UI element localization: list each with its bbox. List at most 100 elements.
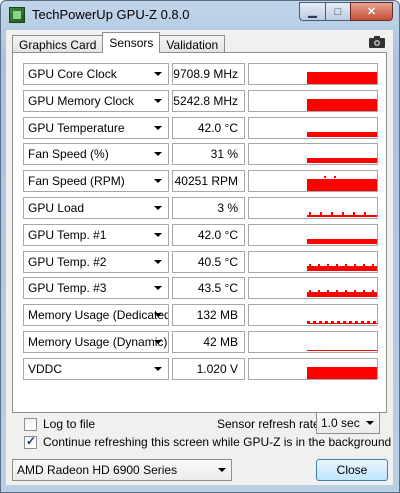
sensor-select[interactable]: GPU Memory Clock [23,89,169,112]
refresh-rate-label: Sensor refresh rate: [217,417,324,431]
graph-bar [336,263,338,266]
tab-validation[interactable]: Validation [159,35,226,53]
chevron-down-icon [218,468,226,472]
chevron-down-icon [154,152,162,157]
sensor-select[interactable]: GPU Temp. #2 [23,250,169,273]
sensor-row: GPU Temp. #3 43.5 °C [23,277,378,301]
chevron-down-icon [154,286,162,291]
graph-bar [373,321,376,324]
chevron-down-icon [154,206,162,210]
minimize-button[interactable]: ▁ [299,2,325,21]
tab-graphics-card[interactable]: Graphics Card [12,35,104,53]
gpuz-window: TechPowerUp GPU-Z 0.8.0 ▁ □ ✕ Graphics C… [0,0,400,493]
graph-bar [307,292,377,298]
graph-bar [353,212,355,215]
graph-bar [349,321,352,324]
sensor-select[interactable]: Memory Usage (Dynamic) [23,331,169,353]
graph-bar [307,350,377,351]
sensor-value: 3 % [172,197,245,219]
sensor-graph [248,170,378,193]
graph-bar [372,290,374,293]
close-window-button[interactable]: ✕ [350,2,393,21]
sensor-label: VDDC [28,361,63,376]
sensor-value: 42 MB [172,331,245,353]
graph-bar [307,215,377,217]
maximize-button[interactable]: □ [325,2,350,21]
sensor-value: 9708.9 MHz [172,63,245,85]
graph-bar [307,323,377,325]
graph-bar [307,72,377,84]
graph-bar [327,263,329,266]
sensor-select[interactable]: GPU Load [23,197,169,219]
graphics-card-select[interactable]: AMD Radeon HD 6900 Series [12,459,232,481]
window-title: TechPowerUp GPU-Z 0.8.0 [32,7,190,22]
sensor-graph [248,116,378,139]
sensor-row: GPU Temp. #1 42.0 °C [23,223,378,248]
graph-bar [307,131,377,137]
graph-bar [343,321,346,324]
graph-bar [327,290,329,293]
graph-bar [363,263,365,266]
graph-bar [337,321,340,324]
sensor-select[interactable]: Fan Speed (%) [23,143,169,166]
sensor-graph [248,223,378,246]
sensor-select[interactable]: Memory Usage (Dedicated) [23,304,169,327]
graph-bar [361,321,364,324]
sensor-label: GPU Core Clock [28,67,117,81]
graphics-card-name: AMD Radeon HD 6900 Series [17,463,178,477]
camera-icon[interactable] [369,36,385,48]
sensor-row: Fan Speed (%) 31 % [23,143,378,167]
continue-refreshing-checkbox[interactable] [24,434,37,449]
sensor-value: 42.0 °C [172,116,245,139]
tab-sensors[interactable]: Sensors [102,32,161,53]
graph-bar [364,212,366,215]
sensor-select[interactable]: GPU Core Clock [23,63,169,85]
sensor-select[interactable]: GPU Temp. #1 [23,223,169,246]
sensor-row: GPU Temperature 42.0 °C [23,116,378,141]
chevron-down-icon [154,179,162,184]
gpuz-app-icon [9,7,25,23]
close-icon: ✕ [366,6,377,18]
close-button[interactable]: Close [316,459,388,481]
sensor-label: GPU Memory Clock [28,93,135,108]
sensor-value: 43.5 °C [172,277,245,300]
title-bar[interactable]: TechPowerUp GPU-Z 0.8.0 ▁ □ ✕ [1,1,399,29]
sensor-graph [248,331,378,353]
chevron-down-icon [154,313,162,318]
graph-bar [354,290,356,293]
sensor-graph [248,89,378,112]
sensor-value: 5242.8 MHz [172,89,245,112]
sensor-graph [248,357,378,380]
sensor-label: Memory Usage (Dynamic) [28,335,168,349]
sensor-label: GPU Temp. #1 [28,227,107,242]
graph-bar [313,321,316,324]
sensor-value: 1.020 V [172,357,245,380]
graph-bar [307,238,377,244]
sensor-value: 132 MB [172,304,245,327]
graph-bar [319,321,322,324]
sensor-value: 40.5 °C [172,250,245,273]
sensor-label: Memory Usage (Dedicated) [28,308,169,323]
graph-bar [345,263,347,266]
sensor-select[interactable]: GPU Temperature [23,116,169,139]
sensor-value: 42.0 °C [172,223,245,246]
sensor-label: GPU Temp. #2 [28,254,107,269]
sensor-row: GPU Core Clock 9708.9 MHz [23,63,378,87]
graph-bar [372,263,374,266]
sensor-graph [248,197,378,219]
sensor-graph [248,63,378,85]
chevron-down-icon [154,259,162,264]
graph-bar [309,290,311,293]
graph-bar [354,263,356,266]
graph-bar [318,290,320,293]
sensor-select[interactable]: GPU Temp. #3 [23,277,169,300]
sensor-select[interactable]: VDDC [23,357,169,380]
sensor-row: Fan Speed (RPM) 40251 RPM [23,170,378,194]
graph-bar [342,212,344,215]
graph-bar [324,176,326,179]
tab-bar: Graphics Card Sensors Validation [12,32,226,53]
sensor-select[interactable]: Fan Speed (RPM) [23,170,169,193]
refresh-rate-select[interactable]: 1.0 sec [316,412,380,434]
log-to-file-checkbox[interactable] [24,418,37,431]
sensor-row: VDDC 1.020 V [23,357,378,382]
